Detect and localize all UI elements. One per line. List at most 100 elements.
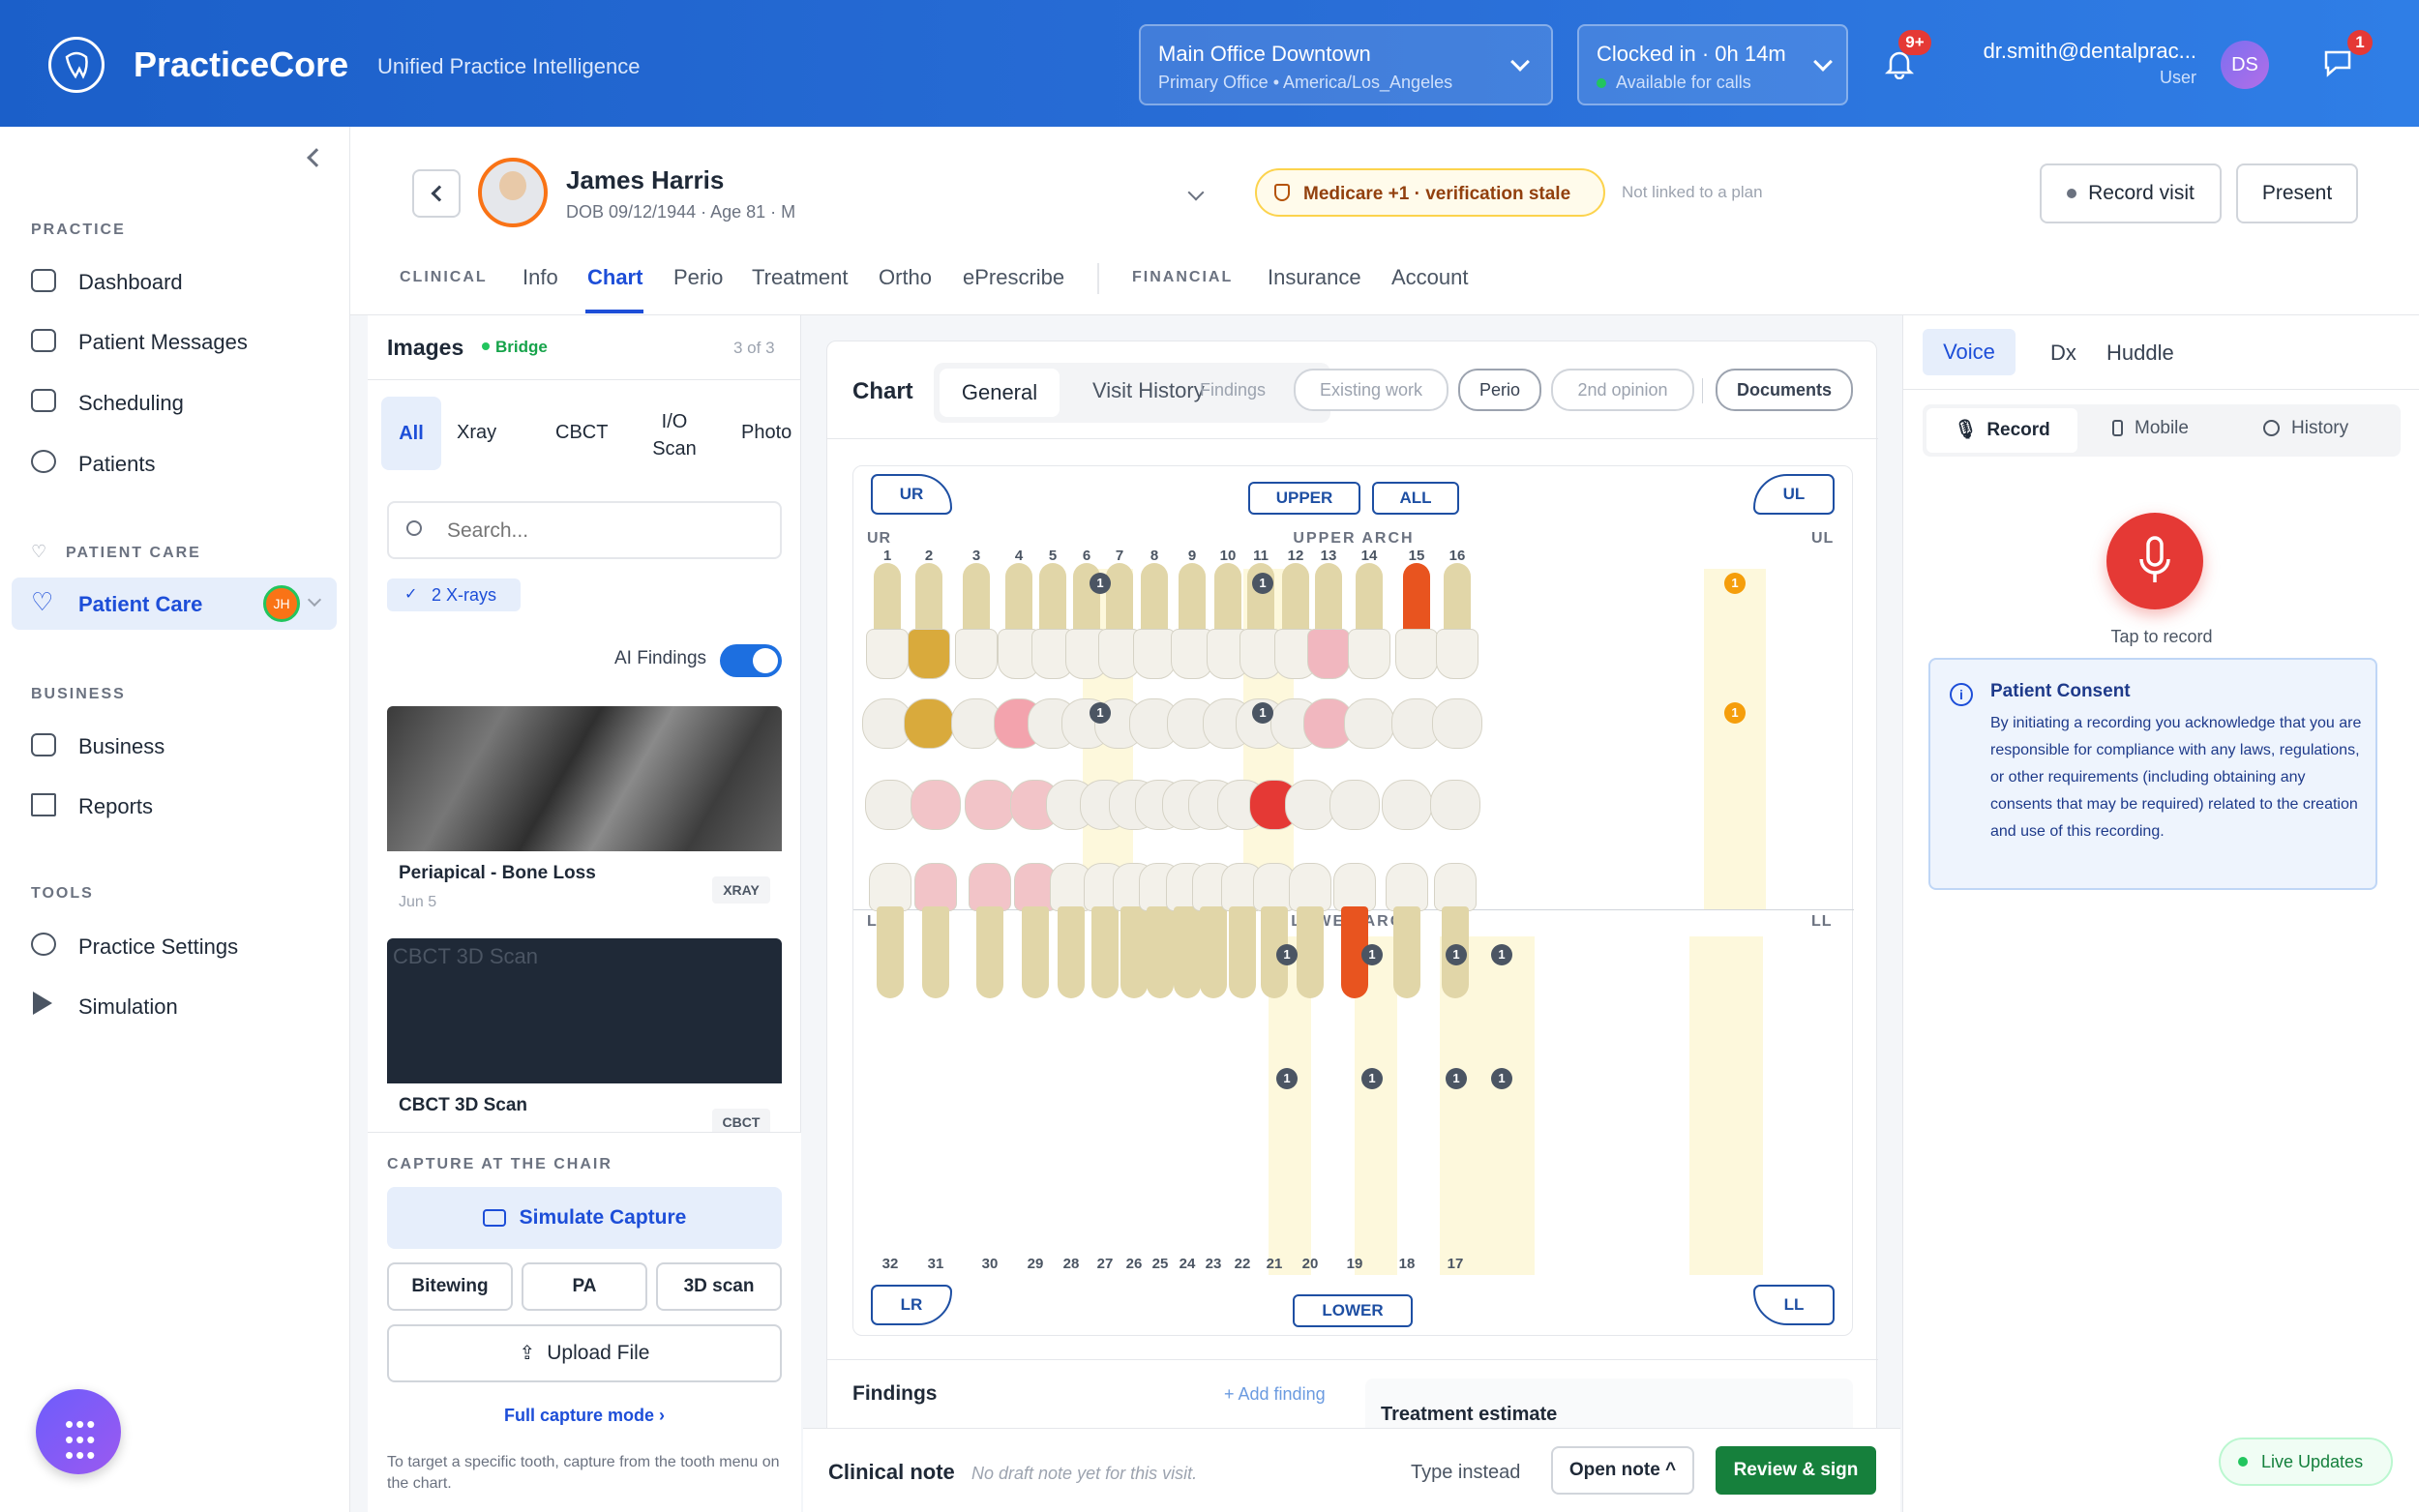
tooth-upper-buccal[interactable]	[864, 563, 911, 679]
location-selector[interactable]: Main Office Downtown Primary Office • Am…	[1139, 24, 1553, 105]
tooth-upper-occlusal[interactable]	[1344, 698, 1394, 749]
finding-count-badge[interactable]: 1	[1361, 1068, 1383, 1089]
search-input[interactable]	[447, 515, 766, 548]
chevron-down-icon[interactable]	[307, 592, 322, 608]
brand-name[interactable]: PracticeCore	[134, 44, 348, 85]
apps-launcher-button[interactable]: ••• ••• •••	[36, 1389, 121, 1474]
finding-count-badge[interactable]: 1	[1446, 944, 1467, 965]
tab-account[interactable]: Account	[1391, 265, 1469, 290]
filter-pill-perio[interactable]: Perio	[1458, 369, 1541, 411]
sidebar-item-business[interactable]: Business	[78, 734, 164, 759]
avatar[interactable]: DS	[2221, 41, 2269, 89]
sidebar-item-patient-care[interactable]: ♡ Patient Care JH	[12, 578, 337, 630]
record-mic-button[interactable]	[2106, 513, 2203, 609]
tooth-lower-buccal[interactable]	[912, 863, 959, 998]
present-button[interactable]: Present	[2236, 163, 2358, 223]
tab-insurance[interactable]: Insurance	[1268, 265, 1361, 290]
tooth-upper-buccal[interactable]	[1393, 563, 1440, 679]
tooth-lower-occlusal[interactable]	[1430, 780, 1480, 830]
clock-selector[interactable]: Clocked in · 0h 14m Available for calls	[1577, 24, 1848, 105]
finding-count-badge[interactable]: 1	[1361, 944, 1383, 965]
xray-thumbnail[interactable]	[387, 706, 782, 851]
all-arch-button[interactable]: ALL	[1372, 482, 1459, 515]
search-box[interactable]	[387, 501, 782, 559]
patient-name[interactable]: James Harris	[566, 165, 724, 195]
live-updates-badge[interactable]: Live Updates	[2219, 1438, 2393, 1486]
upload-file-button[interactable]: ⇪ Upload File	[387, 1324, 782, 1382]
finding-count-badge[interactable]: 1	[1252, 702, 1273, 724]
tooth-lower-buccal[interactable]	[1432, 863, 1478, 998]
filter-cbct[interactable]: CBCT	[555, 422, 608, 444]
review-sign-button[interactable]: Review & sign	[1716, 1446, 1876, 1495]
simulate-capture-button[interactable]: Simulate Capture	[387, 1187, 782, 1249]
tooth-lower-buccal[interactable]	[1331, 863, 1378, 998]
quadrant-lr-button[interactable]: LR	[871, 1285, 952, 1325]
tab-ortho[interactable]: Ortho	[879, 265, 932, 290]
finding-count-badge[interactable]: 1	[1276, 1068, 1298, 1089]
tooth-upper-buccal[interactable]	[953, 563, 1000, 679]
filter-io-scan[interactable]: I/O Scan	[650, 408, 699, 462]
tooth-lower-occlusal[interactable]	[1285, 780, 1335, 830]
tab-chart[interactable]: Chart	[587, 265, 642, 290]
tooth-lower-buccal[interactable]	[867, 863, 913, 998]
filter-all[interactable]: All	[381, 397, 441, 470]
user-email[interactable]: dr.smith@dentalprac...	[1974, 39, 2196, 64]
tooth-lower-occlusal[interactable]	[911, 780, 961, 830]
subtab-mobile[interactable]: Mobile	[2112, 418, 2189, 439]
3d-scan-button[interactable]: 3D scan	[656, 1262, 782, 1311]
tooth-lower-buccal[interactable]	[1384, 863, 1430, 998]
ai-findings-toggle[interactable]	[720, 644, 782, 677]
finding-count-badge[interactable]: 1	[1276, 944, 1298, 965]
tooth-lower-buccal[interactable]	[967, 863, 1013, 998]
finding-count-badge[interactable]: 1	[1090, 702, 1111, 724]
tooth-upper-occlusal[interactable]	[904, 698, 954, 749]
cbct-thumbnail[interactable]: CBCT 3D Scan	[387, 938, 782, 1083]
filter-xray[interactable]: Xray	[457, 422, 496, 444]
sidebar-item-scheduling[interactable]: Scheduling	[78, 391, 184, 416]
sidebar-item-reports[interactable]: Reports	[78, 794, 153, 819]
full-capture-mode-link[interactable]: Full capture mode ›	[368, 1406, 801, 1426]
finding-count-badge[interactable]: 1	[1090, 573, 1111, 594]
open-note-button[interactable]: Open note ^	[1551, 1446, 1694, 1495]
tab-perio[interactable]: Perio	[673, 265, 723, 290]
filter-pill-findings[interactable]: Findings	[1176, 369, 1290, 411]
back-button[interactable]	[412, 169, 461, 218]
tab-eprescribe[interactable]: ePrescribe	[963, 265, 1064, 290]
sidebar-item-patients[interactable]: Patients	[78, 452, 156, 477]
tooth-upper-buccal[interactable]	[1305, 563, 1352, 679]
sidebar-item-practice-settings[interactable]: Practice Settings	[78, 934, 238, 960]
filter-pill-2nd-opinion[interactable]: 2nd opinion	[1551, 369, 1694, 411]
finding-count-badge[interactable]: 1	[1724, 573, 1746, 594]
finding-count-badge[interactable]: 1	[1252, 573, 1273, 594]
tab-voice[interactable]: Voice	[1923, 329, 2016, 375]
subtab-record[interactable]: 🎙 Record	[1926, 408, 2077, 453]
subtab-history[interactable]: History	[2263, 418, 2348, 439]
lower-arch-button[interactable]: LOWER	[1293, 1294, 1413, 1327]
tab-huddle[interactable]: Huddle	[2106, 341, 2174, 366]
finding-count-badge[interactable]: 1	[1446, 1068, 1467, 1089]
finding-count-badge[interactable]: 1	[1724, 702, 1746, 724]
tab-info[interactable]: Info	[523, 265, 558, 290]
finding-count-badge[interactable]: 1	[1491, 1068, 1512, 1089]
add-finding-link[interactable]: + Add finding	[1224, 1384, 1326, 1405]
tab-treatment[interactable]: Treatment	[752, 265, 848, 290]
tooth-lower-buccal[interactable]	[1287, 863, 1333, 998]
view-tab-general[interactable]: General	[940, 369, 1060, 417]
bitewing-button[interactable]: Bitewing	[387, 1262, 513, 1311]
documents-button[interactable]: Documents	[1716, 369, 1853, 411]
chat-icon[interactable]	[2322, 48, 2355, 77]
filter-photo[interactable]: Photo	[741, 422, 791, 444]
quadrant-ll-button[interactable]: LL	[1753, 1285, 1835, 1325]
tooth-upper-buccal[interactable]	[1434, 563, 1480, 679]
sidebar-item-simulation[interactable]: Simulation	[78, 994, 178, 1020]
tooth-logo-icon[interactable]	[48, 37, 105, 93]
tooth-upper-occlusal[interactable]	[1432, 698, 1482, 749]
insurance-status-badge[interactable]: Medicare +1 · verification stale	[1255, 168, 1605, 217]
pa-button[interactable]: PA	[522, 1262, 647, 1311]
sidebar-item-dashboard[interactable]: Dashboard	[78, 270, 183, 295]
quadrant-ul-button[interactable]: UL	[1753, 474, 1835, 515]
tooth-lower-occlusal[interactable]	[965, 780, 1015, 830]
sidebar-item-patient-messages[interactable]: Patient Messages	[78, 330, 248, 355]
quadrant-ur-button[interactable]: UR	[871, 474, 952, 515]
finding-count-badge[interactable]: 1	[1491, 944, 1512, 965]
